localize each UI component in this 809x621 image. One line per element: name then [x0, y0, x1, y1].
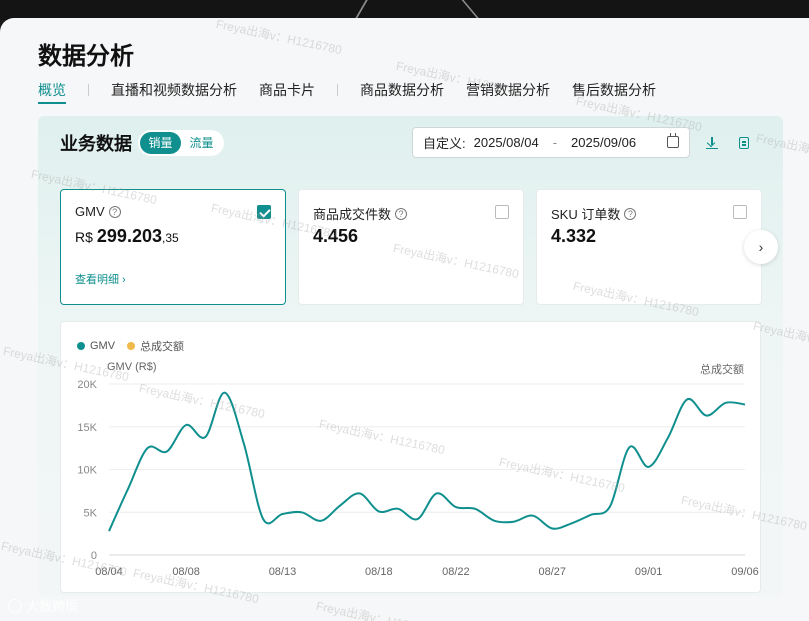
- help-icon[interactable]: ?: [395, 207, 408, 220]
- metric-checkbox[interactable]: [733, 205, 747, 219]
- x-tick-label: 08/22: [442, 566, 470, 578]
- background-band: [0, 0, 809, 20]
- help-icon[interactable]: ?: [108, 205, 121, 218]
- date-separator: -: [552, 135, 558, 150]
- metric-card-gmv[interactable]: GMV ? R$ 299.203,35 查看明细 ›: [60, 189, 286, 305]
- date-end[interactable]: 2025/09/06: [571, 135, 636, 150]
- x-tick-label: 09/06: [731, 566, 759, 578]
- x-tick-label: 08/18: [365, 566, 393, 578]
- y-tick-label: 10K: [77, 465, 97, 477]
- download-icon[interactable]: [706, 137, 718, 149]
- metric-value: 299.203: [96, 226, 162, 246]
- x-tick-label: 08/13: [269, 566, 297, 578]
- metric-value: 4.456: [313, 226, 359, 246]
- y-tick-label: 0: [91, 550, 97, 562]
- tab-product-card[interactable]: 商品卡片: [259, 80, 315, 100]
- metric-currency: R$: [75, 229, 93, 245]
- page-title: 数据分析: [38, 43, 134, 70]
- y-tick-label: 15K: [77, 422, 97, 434]
- metric-card-sku-orders[interactable]: SKU 订单数 ? 4.332: [536, 189, 762, 305]
- business-data-title: 业务数据: [60, 134, 132, 154]
- document-icon[interactable]: [739, 137, 749, 149]
- metric-checkbox[interactable]: [257, 205, 271, 219]
- tab-divider: [337, 84, 338, 96]
- tab-overview[interactable]: 概览: [38, 80, 66, 104]
- tab-marketing-analysis[interactable]: 营销数据分析: [466, 80, 550, 100]
- x-tick-label: 08/27: [539, 566, 567, 578]
- date-range-picker[interactable]: 自定义: 2025/08/04 - 2025/09/06: [412, 127, 690, 158]
- chart-plot: 0 5K 10K 15K 20K 08/04 08/08 08/13 08/18 08/22 08/…: [77, 379, 759, 578]
- tab-after-sales-analysis[interactable]: 售后数据分析: [572, 80, 656, 100]
- metric-name: SKU 订单数: [551, 207, 621, 222]
- metric-card-items-sold[interactable]: 商品成交件数 ? 4.456: [298, 189, 524, 305]
- business-data-panel: 业务数据 销量 流量 自定义: 2025/08/04 - 2025/09/06 …: [38, 116, 783, 596]
- metric-name: GMV: [75, 204, 105, 219]
- gmv-chart: GMV 总成交额 GMV (R$) 总成交额 0 5K 10K 15K 20K 08/04…: [60, 321, 761, 593]
- chevron-right-icon[interactable]: ›: [744, 230, 778, 264]
- sales-traffic-toggle[interactable]: 销量 流量: [138, 130, 224, 156]
- x-tick-label: 08/08: [172, 566, 200, 578]
- logo-icon: [8, 598, 22, 613]
- x-tick-label: 08/04: [95, 566, 123, 578]
- metric-value-decimal: ,35: [161, 231, 179, 245]
- x-tick-label: 09/01: [635, 566, 663, 578]
- date-start[interactable]: 2025/08/04: [474, 135, 539, 150]
- tab-divider: [88, 84, 89, 96]
- tab-live-video-analysis[interactable]: 直播和视频数据分析: [111, 80, 237, 100]
- series-line-gmv[interactable]: [108, 391, 746, 532]
- date-range-label: 自定义:: [423, 136, 466, 151]
- page: 数据分析 概览 直播和视频数据分析 商品卡片 商品数据分析 营销数据分析 售后数…: [0, 18, 809, 621]
- toggle-sales[interactable]: 销量: [140, 132, 181, 154]
- tab-bar: 概览 直播和视频数据分析 商品卡片 商品数据分析 营销数据分析 售后数据分析: [38, 80, 678, 104]
- tab-product-analysis[interactable]: 商品数据分析: [360, 80, 444, 100]
- metric-value: 4.332: [551, 226, 597, 246]
- help-icon[interactable]: ?: [624, 207, 637, 220]
- metric-checkbox[interactable]: [495, 205, 509, 219]
- calendar-icon[interactable]: [667, 133, 679, 148]
- view-details-link[interactable]: 查看明细 ›: [75, 271, 126, 287]
- brand-logo: 大数跨境: [8, 596, 78, 615]
- toggle-traffic[interactable]: 流量: [181, 132, 222, 154]
- y-tick-label: 20K: [77, 379, 97, 391]
- metric-name: 商品成交件数: [313, 207, 392, 222]
- y-tick-label: 5K: [84, 507, 98, 519]
